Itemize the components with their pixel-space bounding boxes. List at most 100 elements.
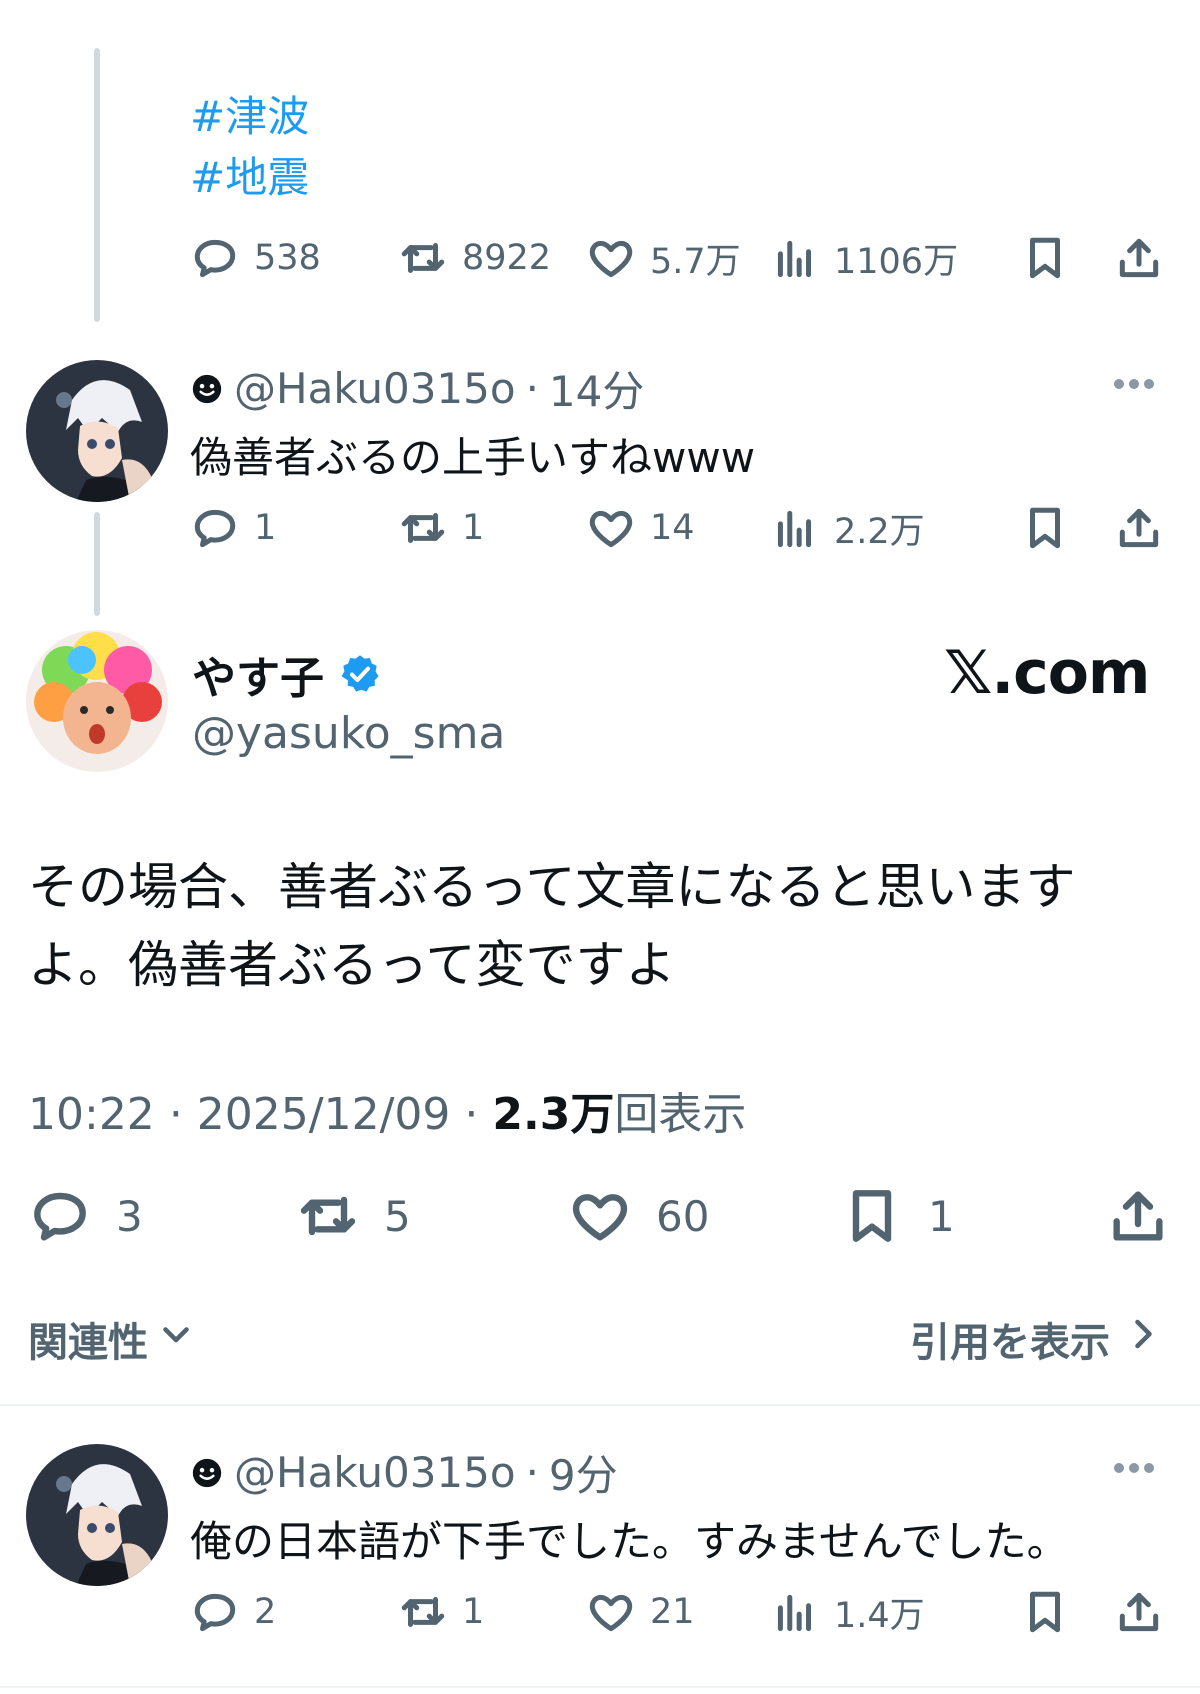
- smiley-icon: [192, 1458, 222, 1487]
- thread-connector: [94, 48, 100, 322]
- colorful-afro-avatar-image: [26, 630, 168, 772]
- tweet-actions: 3 5 60 1: [28, 1176, 1170, 1256]
- like-button[interactable]: 5.7万: [586, 228, 741, 288]
- user-handle[interactable]: @Haku0315o: [234, 364, 516, 413]
- share-icon: [1119, 238, 1159, 278]
- tweet-time[interactable]: 14分: [549, 358, 644, 419]
- like-count: 14: [650, 508, 695, 548]
- reply-icon: [34, 1192, 86, 1241]
- user-handle[interactable]: @Haku0315o: [234, 1448, 516, 1497]
- views-button[interactable]: 2.2万: [770, 498, 925, 558]
- tweet-text: その場合、善者ぶるって文章になると思います よ。偽善者ぶるって変ですよ: [28, 848, 1148, 1004]
- reply-button[interactable]: 538: [190, 228, 321, 288]
- like-button[interactable]: 14: [586, 498, 695, 558]
- avatar[interactable]: [26, 1444, 168, 1586]
- share-button[interactable]: [1106, 1176, 1170, 1256]
- bookmark-count: 1: [928, 1191, 955, 1241]
- repost-button[interactable]: 8922: [398, 228, 551, 288]
- like-button[interactable]: 60: [568, 1176, 709, 1256]
- tweet-text-line: よ。偽善者ぶるって変ですよ: [28, 936, 676, 994]
- reply-icon: [194, 509, 236, 548]
- repost-count: 1: [462, 508, 485, 548]
- more-options-button[interactable]: [1114, 374, 1164, 394]
- repost-button[interactable]: 5: [296, 1176, 411, 1256]
- bookmark-icon: [1030, 507, 1060, 549]
- tweet-time[interactable]: 10:22: [28, 1089, 155, 1140]
- relevance-sort-dropdown[interactable]: 関連性: [28, 1310, 194, 1368]
- tweet-text: 偽善者ぶるの上手いすねwww: [190, 433, 756, 482]
- bookmark-button[interactable]: 1: [840, 1176, 955, 1256]
- share-button[interactable]: [1114, 228, 1164, 288]
- heart-icon: [589, 1594, 633, 1632]
- views-icon: [777, 1594, 812, 1632]
- bookmark-icon: [852, 1190, 892, 1242]
- tweet-actions: 2 1 21 1.4万: [190, 1582, 1164, 1642]
- avatar[interactable]: [26, 630, 168, 772]
- hashtag-link[interactable]: #地震: [190, 157, 309, 199]
- reply-button[interactable]: 1: [190, 498, 276, 558]
- like-count: 60: [656, 1191, 710, 1241]
- reply-icon: [194, 239, 236, 278]
- section-divider: [0, 1404, 1200, 1406]
- views-button[interactable]: 1106万: [770, 228, 958, 288]
- repost-count: 8922: [462, 238, 552, 278]
- bookmark-icon: [1030, 237, 1060, 279]
- reply-count: 1: [254, 508, 277, 548]
- reply-count: 3: [116, 1191, 143, 1241]
- smiley-icon: [192, 374, 222, 403]
- share-icon: [1119, 1592, 1159, 1632]
- thread-connector: [94, 512, 100, 616]
- tweet-time[interactable]: 9分: [549, 1442, 618, 1503]
- views-count: 1106万: [834, 241, 959, 282]
- separator-dot: ·: [525, 1448, 539, 1497]
- tweet-date[interactable]: 2025/12/09: [197, 1089, 451, 1140]
- repost-icon: [401, 1597, 445, 1627]
- reply-icon: [194, 1593, 236, 1632]
- view-quotes-link[interactable]: 引用を表示: [910, 1310, 1160, 1368]
- display-name[interactable]: やす子: [192, 642, 382, 706]
- author-name: やす子: [192, 653, 324, 704]
- views-label: 回表示: [614, 1089, 747, 1140]
- separator-dot: ·: [168, 1089, 197, 1140]
- separator-dot: ·: [525, 364, 539, 413]
- reply-count: 2: [254, 1592, 277, 1632]
- views-button[interactable]: 1.4万: [770, 1582, 925, 1642]
- avatar[interactable]: [26, 360, 168, 502]
- user-handle[interactable]: @yasuko_sma: [192, 708, 505, 759]
- share-icon: [1113, 1191, 1163, 1241]
- more-options-button[interactable]: [1114, 1458, 1164, 1478]
- section-divider: [0, 1686, 1200, 1688]
- chevron-right-icon: [1124, 1316, 1160, 1362]
- anime-avatar-image: [26, 360, 168, 502]
- anime-avatar-image: [26, 1444, 168, 1586]
- verified-badge-icon: [341, 655, 379, 692]
- repost-button[interactable]: 1: [398, 498, 484, 558]
- views-count: 1.4万: [834, 1595, 925, 1636]
- separator-dot: ·: [464, 1089, 493, 1140]
- tweet-actions: 538 8922 5.7万 1106万: [190, 228, 1164, 288]
- share-button[interactable]: [1114, 1582, 1164, 1642]
- reply-button[interactable]: 3: [28, 1176, 143, 1256]
- repost-button[interactable]: 1: [398, 1582, 484, 1642]
- bookmark-button[interactable]: [1020, 498, 1070, 558]
- reply-count: 538: [254, 238, 321, 278]
- quotes-label: 引用を表示: [910, 1320, 1110, 1366]
- repost-icon: [401, 513, 445, 543]
- heart-icon: [572, 1194, 628, 1241]
- hashtag-link[interactable]: #津波: [190, 96, 309, 138]
- tweet-header: @Haku0315o · 14分: [190, 358, 644, 419]
- share-icon: [1119, 508, 1159, 548]
- tweet-actions: 1 1 14 2.2万: [190, 498, 1164, 558]
- bookmark-button[interactable]: [1020, 228, 1070, 288]
- reply-button[interactable]: 2: [190, 1582, 276, 1642]
- bookmark-icon: [1030, 1591, 1060, 1633]
- tweet-meta: 10:22 · 2025/12/09 · 2.3万回表示: [28, 1078, 746, 1142]
- view-count: 2.3万: [492, 1089, 615, 1140]
- like-button[interactable]: 21: [586, 1582, 695, 1642]
- share-button[interactable]: [1114, 498, 1164, 558]
- heart-icon: [589, 240, 633, 278]
- bookmark-button[interactable]: [1020, 1582, 1070, 1642]
- like-count: 21: [650, 1592, 695, 1632]
- heart-icon: [589, 510, 633, 548]
- repost-icon: [300, 1196, 356, 1236]
